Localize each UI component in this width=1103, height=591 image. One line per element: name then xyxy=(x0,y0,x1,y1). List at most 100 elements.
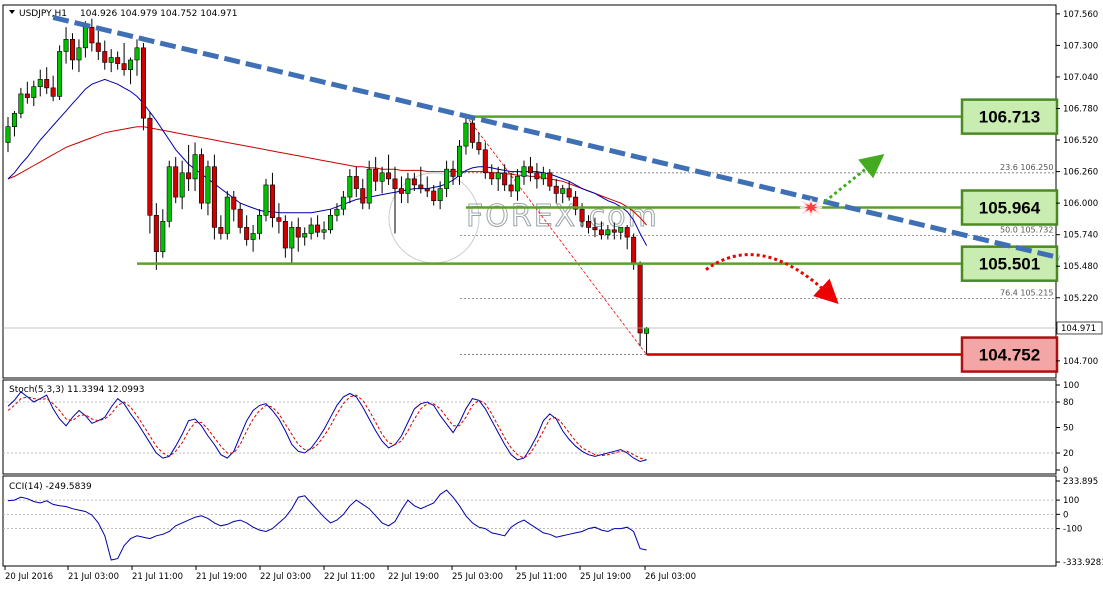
candle-body xyxy=(11,113,17,127)
candle-body xyxy=(244,227,250,240)
candle-body xyxy=(456,145,462,177)
candle-body xyxy=(166,166,172,222)
level-price-label: 106.713 xyxy=(979,108,1040,127)
candle-body xyxy=(418,184,424,189)
time-axis-label: 21 Jul 03:00 xyxy=(68,572,119,582)
candle xyxy=(140,42,146,131)
fib-level-label: 76.4 105.215 xyxy=(1000,288,1053,297)
cci-axis-label: 0 xyxy=(1063,510,1068,520)
candle-body xyxy=(115,57,121,64)
candle-body xyxy=(5,126,11,143)
candle xyxy=(199,148,205,210)
candle-body xyxy=(502,172,508,186)
ohlc-readout: 104.926 104.979 104.752 104.971 xyxy=(80,9,237,19)
candle-body xyxy=(527,166,533,174)
candle-body xyxy=(495,172,501,180)
candle-body xyxy=(340,196,346,210)
price-axis-label: 105.740 xyxy=(1063,231,1098,241)
candle-body xyxy=(321,229,327,233)
candle-body xyxy=(515,176,521,192)
candle xyxy=(224,191,230,240)
candle-body xyxy=(89,26,95,44)
time-axis-label: 25 Jul 19:00 xyxy=(580,572,631,582)
price-axis-label: 107.040 xyxy=(1063,73,1098,83)
candle-body xyxy=(566,188,572,198)
candle-body xyxy=(50,87,56,97)
candle-body xyxy=(386,172,392,180)
price-axis-label: 107.560 xyxy=(1063,10,1098,20)
candle-body xyxy=(411,178,417,186)
candle-body xyxy=(108,57,114,63)
candle-body xyxy=(63,39,69,52)
candle-body xyxy=(186,172,192,180)
candle-body xyxy=(482,149,488,174)
candle-body xyxy=(199,154,205,204)
candle-body xyxy=(508,184,514,192)
candle-body xyxy=(366,168,372,204)
candle-body xyxy=(276,217,282,222)
stoch-header: Stoch(5,3,3) 11.3394 12.0993 xyxy=(9,385,144,395)
candle-body xyxy=(257,214,263,234)
cci-axis-label: -100 xyxy=(1063,525,1082,535)
candle-body xyxy=(263,184,269,216)
candle-body xyxy=(224,196,230,234)
candle-body xyxy=(360,188,366,204)
candle-body xyxy=(624,227,630,238)
candle-body xyxy=(463,122,469,147)
candle-body xyxy=(140,47,146,119)
stoch-axis-label: 80 xyxy=(1063,398,1074,408)
candle-body xyxy=(553,185,559,194)
candle-body xyxy=(173,166,179,198)
candle-body xyxy=(24,93,30,98)
cci-header: CCI(14) -249.5839 xyxy=(9,482,92,492)
candle-body xyxy=(37,79,43,87)
candle xyxy=(263,178,269,222)
candle xyxy=(147,112,153,234)
candle-body xyxy=(57,51,63,97)
candle-body xyxy=(611,229,617,233)
candle-body xyxy=(605,229,611,235)
candle xyxy=(57,45,63,100)
candle-body xyxy=(618,227,624,233)
time-axis-label: 21 Jul 19:00 xyxy=(196,572,247,582)
candle-body xyxy=(160,221,166,252)
candle xyxy=(166,160,172,228)
stoch-axis-label: 50 xyxy=(1063,424,1074,434)
candle-body xyxy=(424,188,430,192)
price-axis-label: 106.000 xyxy=(1063,199,1098,209)
candle-body xyxy=(102,51,108,63)
candle-body xyxy=(392,178,398,189)
candle-body xyxy=(44,79,50,89)
candle-body xyxy=(231,196,237,210)
candle-body xyxy=(95,42,101,52)
stoch-axis-label: 20 xyxy=(1063,449,1074,459)
price-axis-label: 106.780 xyxy=(1063,104,1098,114)
price-axis-label: 105.220 xyxy=(1063,294,1098,304)
time-axis-label: 20 Jul 2016 xyxy=(5,572,53,582)
candle-body xyxy=(637,263,643,334)
candle-body xyxy=(269,184,275,218)
main-pane-frame xyxy=(2,4,1057,379)
cci-axis-label: 100 xyxy=(1063,496,1079,506)
watermark-text: FOREX.com xyxy=(466,199,659,234)
time-axis-label: 22 Jul 19:00 xyxy=(388,572,439,582)
candle-body xyxy=(237,208,243,228)
candle-body xyxy=(547,172,553,187)
candle-body xyxy=(469,122,475,143)
candle-body xyxy=(192,154,198,180)
level-price-label: 105.964 xyxy=(979,199,1041,218)
time-axis-label: 22 Jul 03:00 xyxy=(260,572,311,582)
fib-level-label: 23.6 106.250 xyxy=(1000,163,1053,172)
candle-body xyxy=(211,166,217,228)
level-price-label: 105.501 xyxy=(979,255,1040,274)
candle-body xyxy=(644,327,650,334)
candle-body xyxy=(315,224,321,233)
candle-body xyxy=(579,208,585,222)
cci-axis-label: 233.895 xyxy=(1063,477,1098,487)
candle-body xyxy=(282,221,288,249)
current-price-label: 104.971 xyxy=(1061,324,1096,334)
candle-body xyxy=(218,227,224,234)
candle-body xyxy=(521,166,527,177)
candle-body xyxy=(444,168,450,189)
chart-canvas: FOREX.com USDJPY,H1 104.926 104.979 104.… xyxy=(2,4,1103,582)
